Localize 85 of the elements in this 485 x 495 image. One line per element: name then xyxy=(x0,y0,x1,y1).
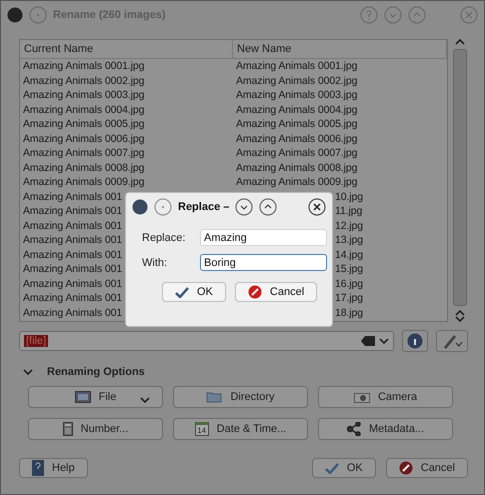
table-cell: Amazing Animals 0007.jpg xyxy=(236,146,358,160)
table-cell: Amazing Animals 001 xyxy=(23,291,122,306)
table-cell: Amazing Animals 0004.jpg xyxy=(23,102,144,117)
table-cell: Amazing Animals 0004.jpg xyxy=(236,102,358,117)
table-cell: Amazing Animals 001 xyxy=(23,204,122,218)
scroll-up-icon xyxy=(455,39,465,45)
table-cell: Amazing Animals 0002.jpg xyxy=(23,74,144,88)
collapse-icon xyxy=(23,369,33,375)
section-title: Renaming Options xyxy=(47,366,145,378)
dropdown-icon xyxy=(140,397,150,403)
info-button[interactable] xyxy=(402,330,428,352)
table-cell: Amazing Animals 0005.jpg xyxy=(23,117,144,132)
option-button[interactable]: Number... xyxy=(28,418,163,440)
edit-button[interactable] xyxy=(436,330,468,352)
table-cell: Amazing Animals 0003.jpg xyxy=(23,88,144,102)
table-cell: 15.jpg xyxy=(335,262,364,276)
table-cell: Amazing Animals 0003.jpg xyxy=(236,88,358,102)
check-icon xyxy=(175,286,189,298)
table-cell: Amazing Animals 0002.jpg xyxy=(236,74,358,88)
cancel-icon xyxy=(398,461,413,475)
table-cell: Amazing Animals 001 xyxy=(23,248,122,262)
table-cell: Amazing Animals 001 xyxy=(23,233,122,248)
replace-field[interactable]: Amazing xyxy=(200,229,327,246)
cancel-button[interactable]: Cancel xyxy=(386,458,468,478)
table-cell: Amazing Animals 0001.jpg xyxy=(23,59,144,74)
calendar-icon: 14 xyxy=(194,422,209,436)
table-cell: Amazing Animals 001 xyxy=(23,218,122,233)
option-button[interactable]: Metadata... xyxy=(318,418,453,440)
cancel-button[interactable]: Cancel xyxy=(234,282,318,302)
minimize-button[interactable] xyxy=(235,198,254,216)
pencil-icon xyxy=(442,333,462,349)
column-header[interactable]: Current Name xyxy=(20,40,233,58)
ok-button[interactable]: OK xyxy=(312,458,376,478)
app-icon xyxy=(7,7,23,23)
folder-icon xyxy=(206,391,222,403)
option-button[interactable]: Camera xyxy=(318,386,453,408)
ok-button[interactable]: OK xyxy=(162,282,226,302)
check-icon xyxy=(324,462,339,474)
pin-button[interactable] xyxy=(154,198,172,216)
dialog-title: Replace – xyxy=(178,201,230,213)
table-cell: 11.jpg xyxy=(335,204,362,218)
table-cell: Amazing Animals 001 xyxy=(23,262,122,276)
scroll-up-icon xyxy=(455,310,465,316)
table-cell: Amazing Animals 0008.jpg xyxy=(23,160,144,175)
column-header[interactable]: New Name xyxy=(233,40,447,58)
table-cell: 16.jpg xyxy=(335,276,364,291)
clear-icon xyxy=(361,336,375,346)
option-button[interactable]: Directory xyxy=(173,386,308,408)
camera-icon xyxy=(354,392,370,402)
scroll-down-icon xyxy=(455,316,465,322)
help-button[interactable] xyxy=(360,6,378,24)
table-cell: Amazing Animals 0001.jpg xyxy=(236,59,358,74)
help-book-icon xyxy=(32,460,44,476)
table-cell: 12.jpg xyxy=(335,218,364,233)
option-button[interactable]: 14 Date & Time... xyxy=(173,418,308,440)
app-icon xyxy=(132,199,148,215)
pin-button[interactable] xyxy=(29,6,47,24)
table-cell: Amazing Animals 0009.jpg xyxy=(23,175,144,190)
calculator-icon xyxy=(62,422,73,436)
field-label: With: xyxy=(142,256,168,268)
table-cell: Amazing Animals 001 xyxy=(23,190,122,204)
image-icon xyxy=(74,391,91,403)
table-cell: Amazing Animals 0008.jpg xyxy=(236,160,358,175)
dropdown-icon xyxy=(379,338,389,344)
table-cell: Amazing Animals 0007.jpg xyxy=(23,146,144,160)
with-field[interactable]: Boring xyxy=(200,254,327,271)
table-cell: Amazing Animals 0005.jpg xyxy=(236,117,358,132)
table-cell: 18.jpg xyxy=(335,306,364,320)
table-cell: 10.jpg xyxy=(335,190,364,204)
table-cell: 14.jpg xyxy=(335,248,364,262)
cancel-icon xyxy=(248,285,262,299)
maximize-button[interactable] xyxy=(259,198,278,216)
field-label: Replace: xyxy=(142,232,186,244)
close-button[interactable] xyxy=(308,198,326,216)
table-cell: Amazing Animals 0009.jpg xyxy=(236,175,358,190)
option-button[interactable]: File xyxy=(28,386,163,408)
table-cell: 13.jpg xyxy=(335,233,364,248)
info-icon xyxy=(407,333,423,349)
share-icon xyxy=(346,422,361,436)
table-cell: Amazing Animals 0006.jpg xyxy=(23,132,144,146)
table-cell: Amazing Animals 0006.jpg xyxy=(236,132,358,146)
table-cell: Amazing Animals 001 xyxy=(23,276,122,291)
table-cell: 17.jpg xyxy=(335,291,364,306)
help-button[interactable]: Help xyxy=(19,458,88,478)
table-cell: Amazing Animals 001 xyxy=(23,306,122,320)
